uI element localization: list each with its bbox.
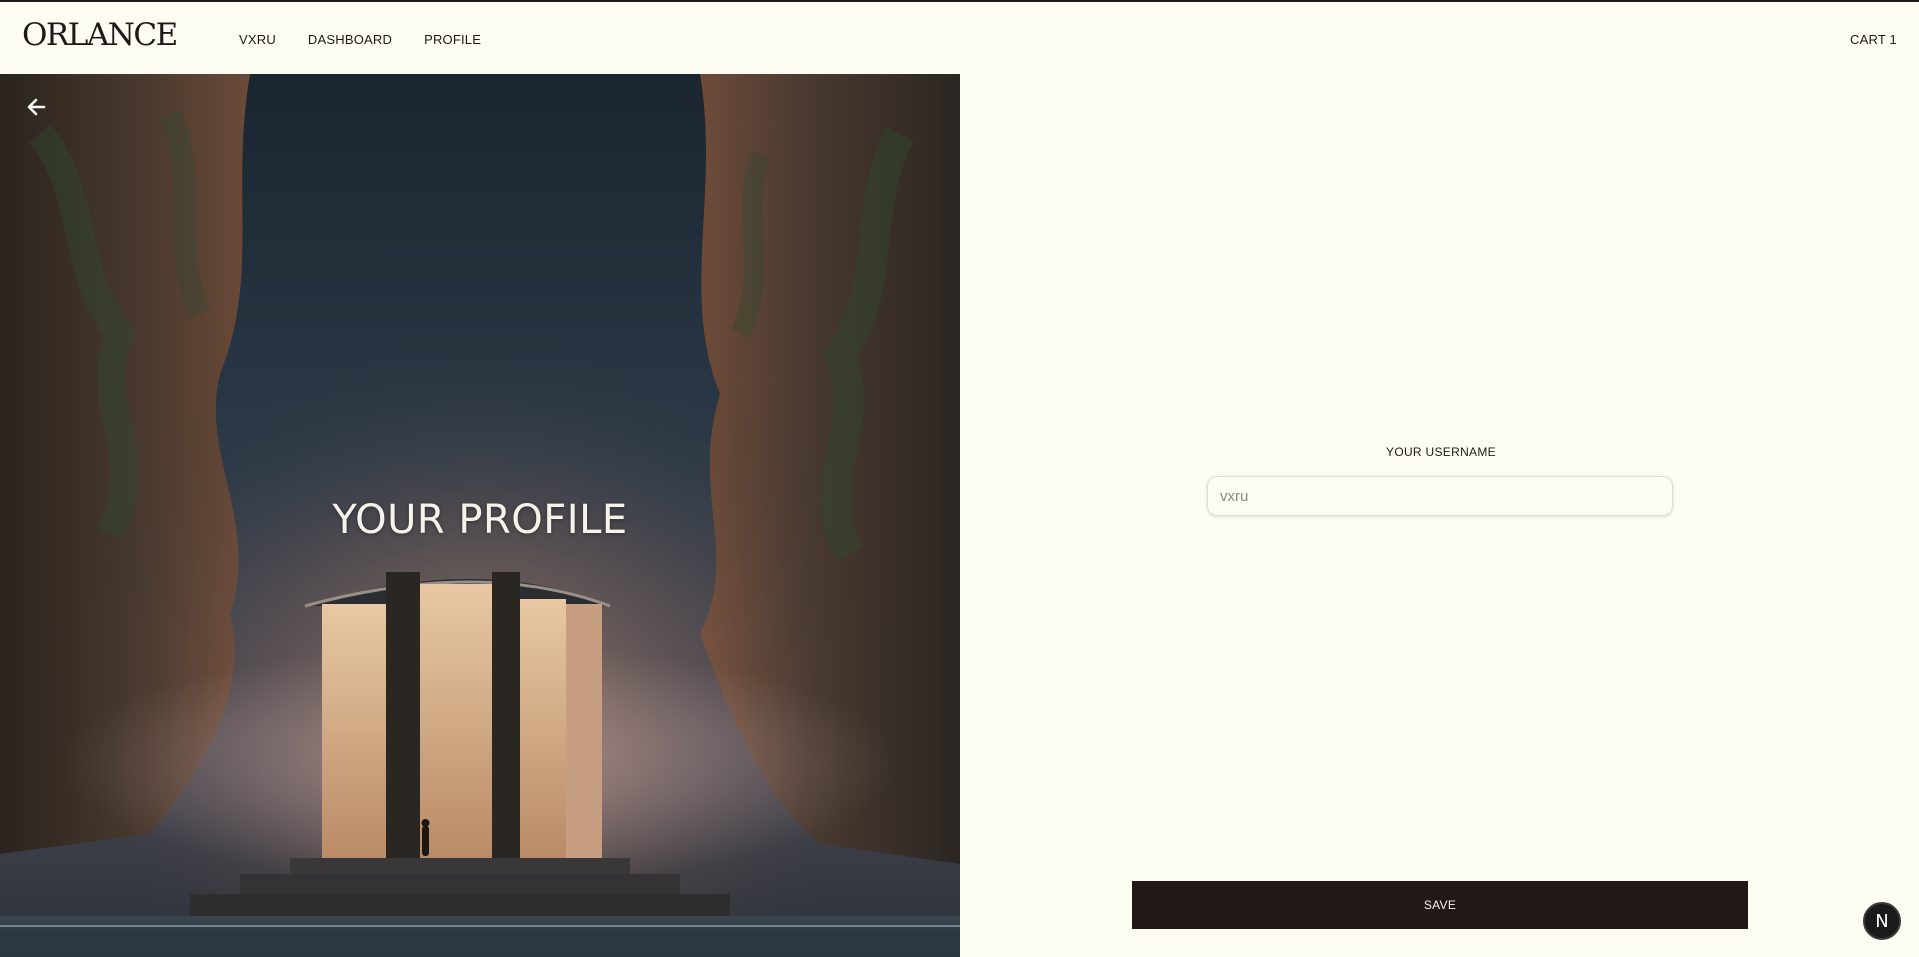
cart-link[interactable]: CART 1 (1850, 32, 1897, 47)
nav-item-dashboard[interactable]: DASHBOARD (308, 32, 392, 47)
save-button[interactable]: SAVE (1132, 881, 1748, 929)
brand-logo[interactable]: ORLANCE (22, 20, 178, 51)
main-nav: VXRU DASHBOARD PROFILE (239, 32, 513, 47)
username-input[interactable] (1207, 476, 1673, 516)
hero-image-panel: YOUR PROFILE (0, 74, 960, 957)
page-title: YOUR PROFILE (332, 496, 628, 543)
username-label: YOUR USERNAME (1386, 445, 1496, 459)
nav-item-profile[interactable]: PROFILE (424, 32, 481, 47)
nav-item-vxru[interactable]: VXRU (239, 32, 276, 47)
arrow-left-icon (27, 98, 46, 116)
dev-tools-badge[interactable]: N (1863, 902, 1901, 940)
top-header: ORLANCE VXRU DASHBOARD PROFILE CART 1 (0, 2, 1919, 74)
back-button[interactable] (24, 94, 50, 120)
profile-page: ORLANCE VXRU DASHBOARD PROFILE CART 1 YO… (0, 0, 1919, 957)
